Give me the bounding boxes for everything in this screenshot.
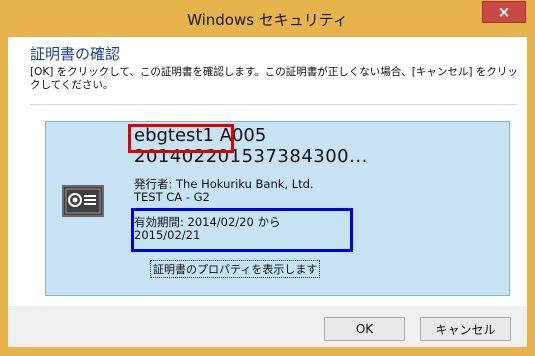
dialog-description: [OK] をクリックして、この証明書を確認します。この証明書が正しくない場合、[… bbox=[30, 66, 518, 91]
issuer-line-2: TEST CA - G2 bbox=[134, 190, 210, 204]
cancel-button[interactable]: キャンセル bbox=[420, 317, 511, 341]
close-button[interactable]: × bbox=[482, 1, 526, 23]
view-properties-link[interactable]: 証明書のプロパティを表示します bbox=[150, 260, 321, 278]
dialog-heading: 証明書の確認 bbox=[30, 45, 121, 63]
certificate-icon bbox=[62, 185, 104, 217]
security-dialog: Windows セキュリティ × 証明書の確認 [OK] をクリックして、この証… bbox=[0, 0, 535, 356]
blue-highlight-box bbox=[131, 208, 353, 252]
ok-button[interactable]: OK bbox=[324, 317, 405, 341]
certificate-issuer: 発行者: The Hokuriku Bank, Ltd. TEST CA - G… bbox=[134, 178, 314, 204]
dialog-body: 証明書の確認 [OK] をクリックして、この証明書を確認します。この証明書が正し… bbox=[8, 37, 527, 347]
title-bar[interactable]: Windows セキュリティ × bbox=[0, 0, 535, 36]
red-highlight-box bbox=[128, 124, 234, 153]
window-title: Windows セキュリティ bbox=[187, 11, 348, 29]
divider bbox=[30, 104, 517, 105]
close-icon: × bbox=[497, 3, 511, 21]
button-bar: OK キャンセル bbox=[8, 306, 527, 347]
certificate-icon-graphic bbox=[65, 188, 101, 214]
